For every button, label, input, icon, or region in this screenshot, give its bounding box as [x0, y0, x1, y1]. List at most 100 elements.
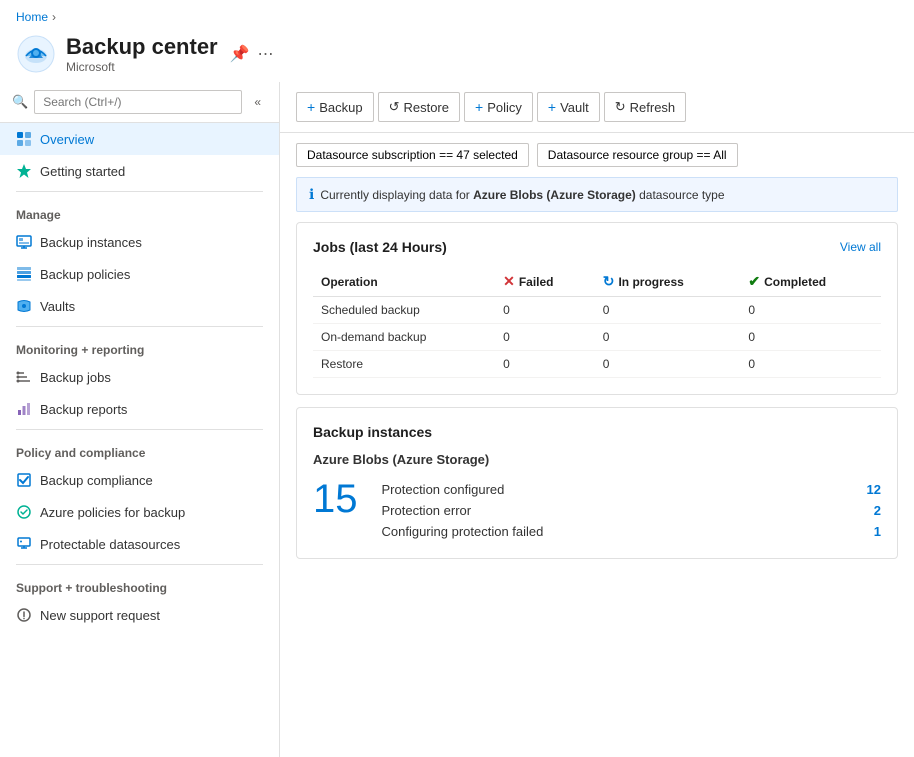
col-failed: ✕ Failed — [495, 267, 595, 297]
resource-group-filter[interactable]: Datasource resource group == All — [537, 143, 738, 167]
filter-bar: Datasource subscription == 47 selected D… — [280, 133, 914, 177]
backup-instances-icon — [16, 234, 32, 250]
protectable-datasources-icon — [16, 536, 32, 552]
main-layout: 🔍 « Overview Getting started Manage — [0, 82, 914, 757]
jobs-card: Jobs (last 24 Hours) View all Operation … — [296, 222, 898, 395]
breadcrumb-home[interactable]: Home — [16, 10, 48, 24]
in-progress-cell: 0 — [595, 351, 741, 378]
info-text: Currently displaying data for Azure Blob… — [320, 188, 724, 202]
sidebar-item-backup-reports[interactable]: Backup reports — [0, 393, 279, 425]
sidebar-item-label-backup-reports: Backup reports — [40, 402, 127, 417]
detail-label: Configuring protection failed — [382, 524, 544, 539]
backup-reports-icon — [16, 401, 32, 417]
jobs-card-header: Jobs (last 24 Hours) View all — [313, 239, 881, 255]
jobs-view-all[interactable]: View all — [840, 240, 881, 254]
nav-divider-policy — [16, 429, 263, 430]
completed-status-icon: ✔ — [748, 273, 760, 290]
backup-instances-details: Protection configured 12 Protection erro… — [382, 479, 882, 542]
backup-instances-card: Backup instances Azure Blobs (Azure Stor… — [296, 407, 898, 559]
table-row: Restore 0 0 0 — [313, 351, 881, 378]
col-in-progress: ↻ In progress — [595, 267, 741, 297]
backup-compliance-icon — [16, 472, 32, 488]
jobs-table: Operation ✕ Failed ↻ In progress — [313, 267, 881, 378]
sidebar-item-new-support-request[interactable]: New support request — [0, 599, 279, 631]
backup-policies-icon — [16, 266, 32, 282]
sidebar-item-azure-policies[interactable]: Azure policies for backup — [0, 496, 279, 528]
sidebar-item-protectable-datasources[interactable]: Protectable datasources — [0, 528, 279, 560]
vaults-icon — [16, 298, 32, 314]
failed-status-icon: ✕ — [503, 273, 515, 290]
refresh-button[interactable]: ↻ Refresh — [604, 92, 686, 122]
more-options-icon[interactable]: ⋯ — [258, 44, 274, 64]
col-operation: Operation — [313, 267, 495, 297]
backup-instances-title: Backup instances — [313, 424, 432, 440]
sidebar-item-label-backup-compliance: Backup compliance — [40, 473, 153, 488]
sidebar-item-label-backup-jobs: Backup jobs — [40, 370, 111, 385]
header-text: Backup center Microsoft — [66, 34, 218, 74]
backup-detail-row: Protection error 2 — [382, 500, 882, 521]
info-banner: ℹ Currently displaying data for Azure Bl… — [296, 177, 898, 212]
backup-button-label: Backup — [319, 100, 362, 115]
sidebar-item-label-support-request: New support request — [40, 608, 160, 623]
in-progress-cell: 0 — [595, 297, 741, 324]
sidebar-item-label-overview: Overview — [40, 132, 94, 147]
vault-button[interactable]: + Vault — [537, 92, 600, 122]
sidebar-item-backup-policies[interactable]: Backup policies — [0, 258, 279, 290]
breadcrumb: Home › — [0, 0, 914, 28]
policy-plus-icon: + — [475, 99, 483, 115]
overview-icon — [16, 131, 32, 147]
in-progress-status-icon: ↻ — [603, 273, 615, 290]
pin-icon[interactable]: 📌 — [230, 44, 250, 64]
detail-value[interactable]: 2 — [874, 503, 881, 518]
page-title: Backup center — [66, 34, 218, 60]
sidebar-item-backup-compliance[interactable]: Backup compliance — [0, 464, 279, 496]
detail-value[interactable]: 1 — [874, 524, 881, 539]
detail-value[interactable]: 12 — [867, 482, 881, 497]
operation-cell: Restore — [313, 351, 495, 378]
restore-button[interactable]: ↺ Restore — [378, 92, 460, 122]
detail-label: Protection configured — [382, 482, 505, 497]
datasource-type-label: Azure Blobs (Azure Storage) — [473, 188, 636, 202]
sidebar-item-backup-jobs[interactable]: Backup jobs — [0, 361, 279, 393]
app-icon — [16, 34, 56, 74]
sidebar-item-label-vaults: Vaults — [40, 299, 75, 314]
jobs-section-title: Jobs (last 24 Hours) — [313, 239, 447, 255]
info-icon: ℹ — [309, 186, 314, 203]
detail-label: Protection error — [382, 503, 472, 518]
collapse-sidebar-button[interactable]: « — [248, 93, 267, 111]
toolbar: + Backup ↺ Restore + Policy + Vault ↻ Re… — [280, 82, 914, 133]
sidebar-item-backup-instances[interactable]: Backup instances — [0, 226, 279, 258]
sidebar-item-label-getting-started: Getting started — [40, 164, 125, 179]
page-header: Backup center Microsoft 📌 ⋯ — [0, 28, 914, 82]
backup-button[interactable]: + Backup — [296, 92, 374, 122]
backup-jobs-icon — [16, 369, 32, 385]
operation-cell: Scheduled backup — [313, 297, 495, 324]
sidebar-item-overview[interactable]: Overview — [0, 123, 279, 155]
sidebar-item-vaults[interactable]: Vaults — [0, 290, 279, 322]
sidebar-item-label-backup-policies: Backup policies — [40, 267, 130, 282]
breadcrumb-separator: › — [52, 10, 56, 24]
sidebar-item-label-azure-policies: Azure policies for backup — [40, 505, 185, 520]
backup-instances-count-row: 15 Protection configured 12 Protection e… — [313, 479, 881, 542]
failed-cell: 0 — [495, 351, 595, 378]
sidebar: 🔍 « Overview Getting started Manage — [0, 82, 280, 757]
backup-plus-icon: + — [307, 99, 315, 115]
table-row: On-demand backup 0 0 0 — [313, 324, 881, 351]
nav-divider-monitoring — [16, 326, 263, 327]
subscription-filter[interactable]: Datasource subscription == 47 selected — [296, 143, 529, 167]
table-row: Scheduled backup 0 0 0 — [313, 297, 881, 324]
search-icon: 🔍 — [12, 94, 28, 110]
getting-started-icon — [16, 163, 32, 179]
backup-instances-card-header: Backup instances — [313, 424, 881, 440]
refresh-button-label: Refresh — [630, 100, 676, 115]
backup-instances-subtitle: Azure Blobs (Azure Storage) — [313, 452, 881, 467]
col-completed: ✔ Completed — [740, 267, 881, 297]
search-input[interactable] — [34, 90, 242, 114]
nav-divider-support — [16, 564, 263, 565]
in-progress-cell: 0 — [595, 324, 741, 351]
restore-button-label: Restore — [403, 100, 449, 115]
policy-button[interactable]: + Policy — [464, 92, 533, 122]
header-actions: 📌 ⋯ — [230, 44, 274, 64]
operation-cell: On-demand backup — [313, 324, 495, 351]
sidebar-item-getting-started[interactable]: Getting started — [0, 155, 279, 187]
